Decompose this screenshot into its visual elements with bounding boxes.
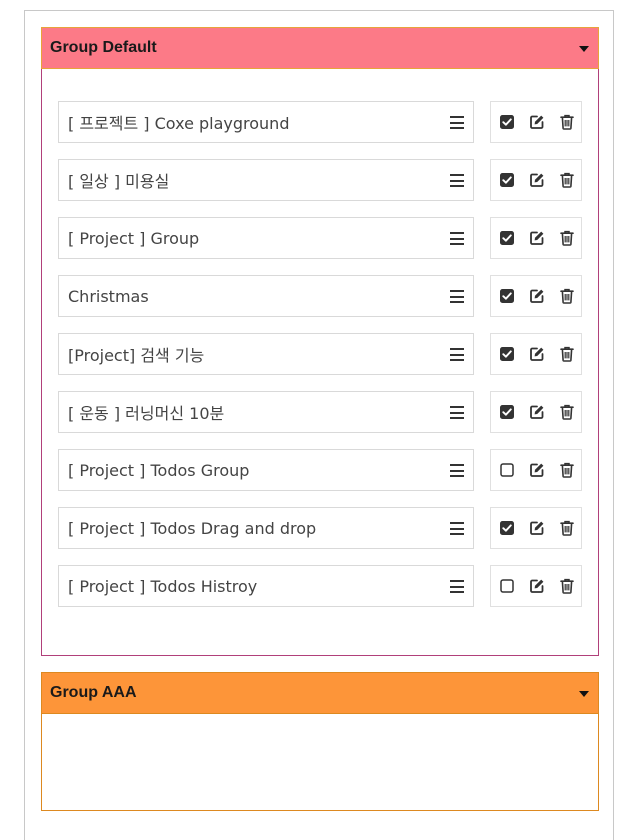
todo-text-field[interactable]: [ Project ] Group [58,217,474,259]
edit-icon[interactable] [529,114,545,130]
trash-icon[interactable] [559,404,575,420]
group-body [41,714,599,811]
group-header[interactable]: Group Default [41,27,599,69]
checkbox-icon[interactable] [499,462,515,478]
group-header[interactable]: Group AAA [41,672,599,714]
todo-actions [490,159,582,201]
todo-text-field[interactable]: Christmas [58,275,474,317]
chevron-down-icon[interactable] [579,46,589,52]
drag-handle-icon[interactable] [450,290,464,303]
todo-text: [ Project ] Todos Group [68,460,250,480]
todo-text: [Project] 검색 기능 [68,346,205,365]
todo-item: [ Project ] Todos Histroy [58,565,582,607]
todo-item: [Project] 검색 기능 [58,333,582,375]
checkbox-icon[interactable] [499,520,515,536]
group-default: Group Default [ 프로젝트 ] Coxe playground[ … [41,27,599,656]
todo-actions [490,217,582,259]
chevron-down-icon[interactable] [579,691,589,697]
drag-handle-icon[interactable] [450,406,464,419]
checkbox-icon[interactable] [499,346,515,362]
edit-icon[interactable] [529,172,545,188]
todo-text-field[interactable]: [ Project ] Todos Histroy [58,565,474,607]
edit-icon[interactable] [529,288,545,304]
checkbox-icon[interactable] [499,288,515,304]
edit-icon[interactable] [529,462,545,478]
drag-handle-icon[interactable] [450,464,464,477]
todo-actions [490,449,582,491]
todo-item: [ 일상 ] 미용실 [58,159,582,201]
edit-icon[interactable] [529,230,545,246]
todo-text: [ 운동 ] 러닝머신 10분 [68,404,225,423]
checkbox-icon[interactable] [499,230,515,246]
trash-icon[interactable] [559,288,575,304]
trash-icon[interactable] [559,230,575,246]
todo-item: Christmas [58,275,582,317]
checkbox-icon[interactable] [499,404,515,420]
todo-actions [490,101,582,143]
todo-item: [ 운동 ] 러닝머신 10분 [58,391,582,433]
todo-actions [490,391,582,433]
trash-icon[interactable] [559,346,575,362]
todo-text-field[interactable]: [Project] 검색 기능 [58,333,474,375]
drag-handle-icon[interactable] [450,116,464,129]
todo-text-field[interactable]: [ Project ] Todos Drag and drop [58,507,474,549]
todo-item: [ Project ] Todos Group [58,449,582,491]
trash-icon[interactable] [559,114,575,130]
todo-item: [ 프로젝트 ] Coxe playground [58,101,582,143]
group-title: Group AAA [50,684,137,701]
edit-icon[interactable] [529,578,545,594]
edit-icon[interactable] [529,346,545,362]
edit-icon[interactable] [529,520,545,536]
checkbox-icon[interactable] [499,114,515,130]
todo-text-field[interactable]: [ 일상 ] 미용실 [58,159,474,201]
group-aaa: Group AAA [41,672,599,811]
todo-actions [490,275,582,317]
todo-actions [490,565,582,607]
edit-icon[interactable] [529,404,545,420]
todo-text: Christmas [68,286,149,306]
drag-handle-icon[interactable] [450,580,464,593]
drag-handle-icon[interactable] [450,522,464,535]
todo-item: [ Project ] Todos Drag and drop [58,507,582,549]
drag-handle-icon[interactable] [450,348,464,361]
trash-icon[interactable] [559,462,575,478]
todo-text: [ Project ] Todos Drag and drop [68,518,317,538]
checkbox-icon[interactable] [499,578,515,594]
drag-handle-icon[interactable] [450,232,464,245]
trash-icon[interactable] [559,578,575,594]
todo-text: [ 일상 ] 미용실 [68,172,170,191]
todo-actions [490,507,582,549]
checkbox-icon[interactable] [499,172,515,188]
todo-text-field[interactable]: [ 프로젝트 ] Coxe playground [58,101,474,143]
todo-actions [490,333,582,375]
todo-text: [ Project ] Group [68,228,200,248]
todo-text: [ Project ] Todos Histroy [68,576,258,596]
group-title: Group Default [50,39,157,56]
drag-handle-icon[interactable] [450,174,464,187]
trash-icon[interactable] [559,520,575,536]
todo-item: [ Project ] Group [58,217,582,259]
todo-text-field[interactable]: [ 운동 ] 러닝머신 10분 [58,391,474,433]
todo-text: [ 프로젝트 ] Coxe playground [68,114,290,133]
todo-list: [ 프로젝트 ] Coxe playground [ 일상 ] 미용실 [ Proj… [58,101,582,623]
todo-text-field[interactable]: [ Project ] Todos Group [58,449,474,491]
group-body: [ 프로젝트 ] Coxe playground [ 일상 ] 미용실 [ Proj… [41,69,599,656]
trash-icon[interactable] [559,172,575,188]
